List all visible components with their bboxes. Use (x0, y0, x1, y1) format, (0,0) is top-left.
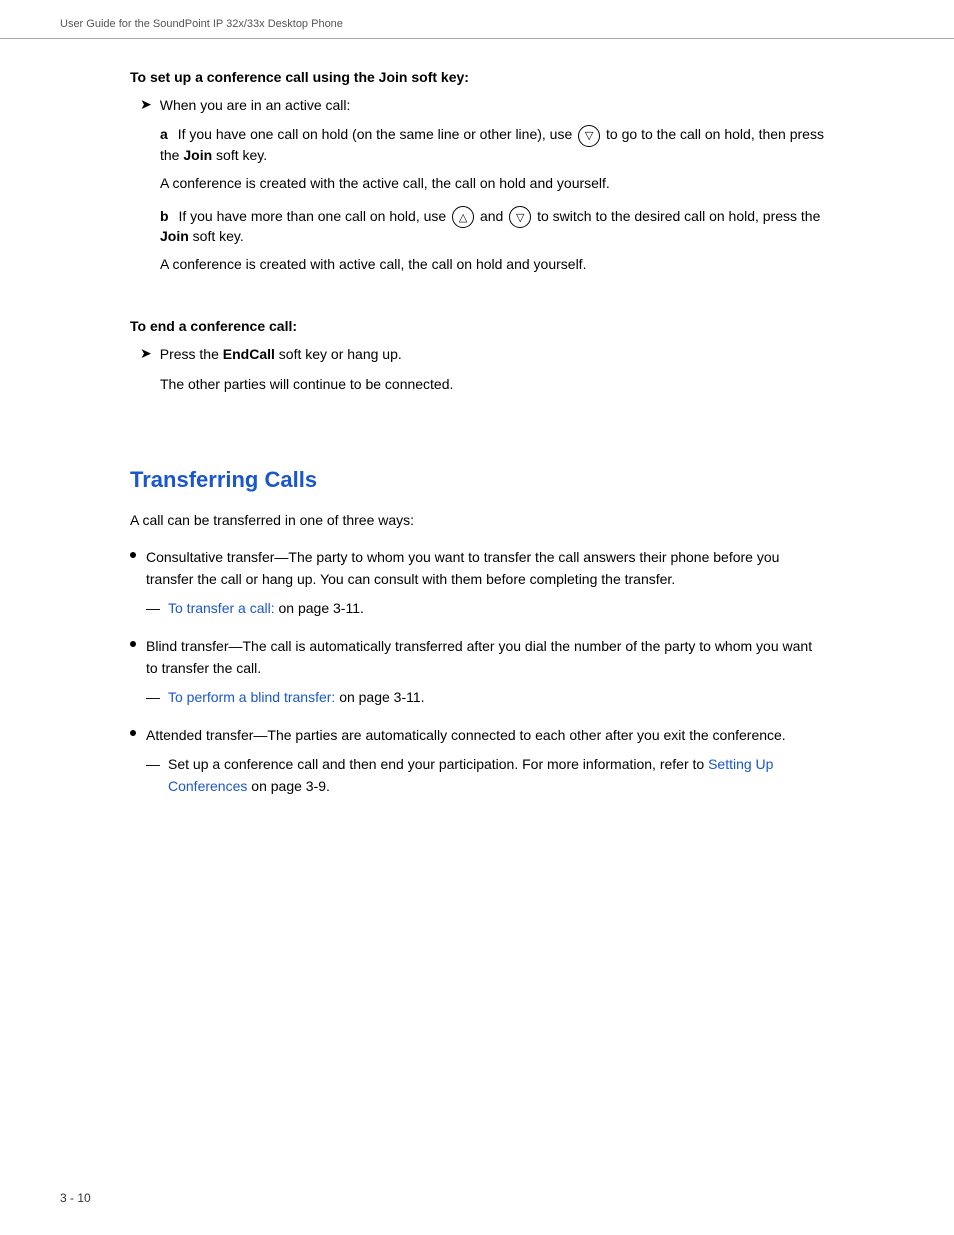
page: User Guide for the SoundPoint IP 32x/33x… (0, 0, 954, 1235)
blind-link-text: To perform a blind transfer: on page 3-1… (168, 686, 425, 708)
when-active-call-text: When you are in an active call: (160, 95, 824, 117)
up-arrow-icon: △ (452, 206, 474, 228)
header-text: User Guide for the SoundPoint IP 32x/33x… (60, 18, 343, 30)
list-item-consultative: Consultative transfer—The party to whom … (130, 546, 824, 623)
list-item-blind: Blind transfer—The call is automatically… (130, 635, 824, 712)
arrow-right-symbol-2: ➤ (140, 345, 152, 362)
transfer-methods-list: Consultative transfer—The party to whom … (130, 546, 824, 802)
consultative-link-item: — To transfer a call: on page 3-11. (146, 597, 824, 619)
item-b-note: A conference is created with active call… (160, 254, 824, 276)
join-heading: To set up a conference call using the Jo… (130, 69, 824, 85)
end-conference-note: The other parties will continue to be co… (160, 374, 824, 396)
end-conference-heading: To end a conference call: (130, 318, 824, 334)
conference-item-a: a If you have one call on hold (on the s… (160, 125, 824, 163)
end-conference-item: ➤ Press the EndCall soft key or hang up. (140, 344, 824, 366)
item-b-label: b (160, 208, 169, 224)
consultative-content: Consultative transfer—The party to whom … (146, 546, 824, 623)
item-a-text: If you have one call on hold (on the sam… (160, 126, 824, 162)
end-conference-text: Press the EndCall soft key or hang up. (160, 344, 824, 366)
transferring-calls-title: Transferring Calls (130, 467, 824, 493)
blind-content: Blind transfer—The call is automatically… (146, 635, 824, 712)
item-b-text: If you have more than one call on hold, … (160, 208, 820, 244)
arrow-right-symbol: ➤ (140, 96, 152, 113)
item-a-label: a (160, 126, 168, 142)
bullet-dot-3 (130, 730, 136, 736)
blind-links: — To perform a blind transfer: on page 3… (146, 686, 824, 708)
down-arrow-icon-b: ▽ (509, 206, 531, 228)
main-content: To set up a conference call using the Jo… (0, 39, 954, 853)
blind-text: Blind transfer—The call is automatically… (146, 638, 812, 676)
transfer-call-link[interactable]: To transfer a call: (168, 600, 275, 616)
spacer-1 (130, 288, 824, 318)
down-arrow-icon: ▽ (578, 125, 600, 147)
blind-link-item: — To perform a blind transfer: on page 3… (146, 686, 824, 708)
attended-dash-text: Set up a conference call and then end yo… (168, 753, 824, 798)
conference-item-b: b If you have more than one call on hold… (160, 206, 824, 244)
bullet-dot-1 (130, 552, 136, 558)
blind-transfer-link[interactable]: To perform a blind transfer: (168, 689, 335, 705)
attended-content: Attended transfer—The parties are automa… (146, 724, 824, 801)
page-header: User Guide for the SoundPoint IP 32x/33x… (0, 0, 954, 39)
dash-sym-2: — (146, 686, 160, 708)
consultative-text: Consultative transfer—The party to whom … (146, 549, 779, 587)
consultative-link-text: To transfer a call: on page 3-11. (168, 597, 364, 619)
consultative-links: — To transfer a call: on page 3-11. (146, 597, 824, 619)
dash-sym-3: — (146, 753, 160, 775)
page-number: 3 - 10 (60, 1191, 91, 1205)
list-item-attended: Attended transfer—The parties are automa… (130, 724, 824, 801)
when-active-call: ➤ When you are in an active call: (140, 95, 824, 117)
item-a-note: A conference is created with the active … (160, 173, 824, 195)
spacer-2 (130, 407, 824, 457)
attended-links: — Set up a conference call and then end … (146, 753, 824, 798)
attended-text: Attended transfer—The parties are automa… (146, 727, 786, 743)
dash-sym-1: — (146, 597, 160, 619)
attended-link-item: — Set up a conference call and then end … (146, 753, 824, 798)
transferring-intro: A call can be transferred in one of thre… (130, 509, 824, 531)
bullet-dot-2 (130, 641, 136, 647)
